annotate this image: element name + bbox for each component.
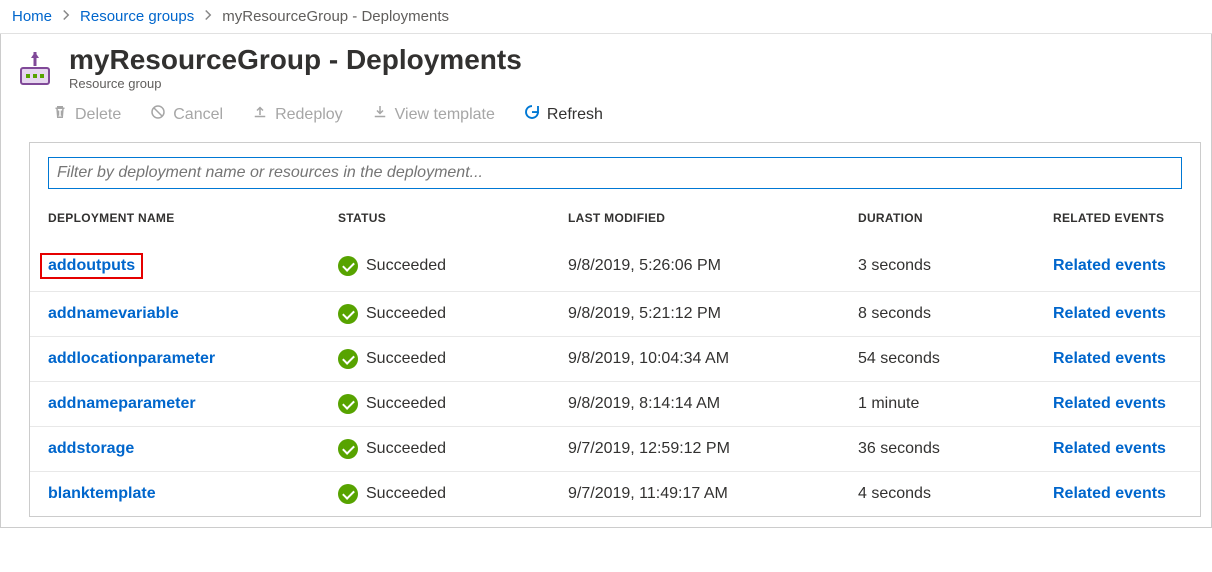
table-row: addoutputs Succeeded 9/8/2019, 5:26:06 PM3… [30, 235, 1200, 292]
last-modified: 9/7/2019, 12:59:12 PM [550, 427, 840, 472]
col-deployment-name[interactable]: Deployment Name [30, 197, 320, 235]
trash-icon [51, 103, 69, 126]
duration: 3 seconds [840, 235, 1035, 292]
refresh-icon [523, 103, 541, 126]
duration: 54 seconds [840, 337, 1035, 382]
chevron-right-icon [202, 9, 214, 24]
delete-button[interactable]: Delete [51, 103, 121, 126]
download-icon [371, 103, 389, 126]
check-circle-icon [338, 304, 358, 324]
table-row: blanktemplate Succeeded 9/7/2019, 11:49:17… [30, 472, 1200, 517]
col-duration[interactable]: Duration [840, 197, 1035, 235]
check-circle-icon [338, 394, 358, 414]
last-modified: 9/8/2019, 10:04:34 AM [550, 337, 840, 382]
last-modified: 9/7/2019, 11:49:17 AM [550, 472, 840, 517]
deployment-link[interactable]: addnamevariable [48, 305, 179, 322]
page-title: myResourceGroup - Deployments [69, 44, 522, 76]
refresh-button[interactable]: Refresh [523, 103, 603, 126]
status-text: Succeeded [366, 257, 446, 275]
cancel-icon [149, 103, 167, 126]
last-modified: 9/8/2019, 5:26:06 PM [550, 235, 840, 292]
related-events-link[interactable]: Related events [1053, 257, 1166, 274]
deployment-link[interactable]: addlocationparameter [48, 350, 215, 367]
filter-input[interactable] [48, 157, 1182, 189]
status-text: Succeeded [366, 305, 446, 323]
check-circle-icon [338, 484, 358, 504]
col-related-events[interactable]: Related Events [1035, 197, 1200, 235]
related-events-link[interactable]: Related events [1053, 305, 1166, 322]
col-status[interactable]: Status [320, 197, 550, 235]
status-text: Succeeded [366, 485, 446, 503]
deployments-table: Deployment Name Status Last Modified Dur… [30, 197, 1200, 516]
resource-group-icon [15, 50, 55, 90]
check-circle-icon [338, 439, 358, 459]
view-template-button[interactable]: View template [371, 103, 495, 126]
breadcrumb: Home Resource groups myResourceGroup - D… [0, 0, 1212, 34]
duration: 8 seconds [840, 292, 1035, 337]
deployment-link[interactable]: blanktemplate [48, 485, 156, 502]
last-modified: 9/8/2019, 5:21:12 PM [550, 292, 840, 337]
chevron-right-icon [60, 9, 72, 24]
status-text: Succeeded [366, 395, 446, 413]
table-row: addstorage Succeeded 9/7/2019, 12:59:12 PM… [30, 427, 1200, 472]
content-panel: Deployment Name Status Last Modified Dur… [29, 142, 1201, 517]
table-row: addlocationparameter Succeeded 9/8/2019, 1… [30, 337, 1200, 382]
breadcrumb-home[interactable]: Home [12, 8, 52, 25]
cancel-button[interactable]: Cancel [149, 103, 223, 126]
duration: 4 seconds [840, 472, 1035, 517]
toolbar: Delete Cancel Redeploy View template Ref… [1, 97, 1211, 142]
deployment-link[interactable]: addoutputs [48, 257, 135, 274]
page-header: myResourceGroup - Deployments Resource g… [1, 34, 1211, 97]
table-row: addnameparameter Succeeded 9/8/2019, 8:14:… [30, 382, 1200, 427]
last-modified: 9/8/2019, 8:14:14 AM [550, 382, 840, 427]
table-row: addnamevariable Succeeded 9/8/2019, 5:21:1… [30, 292, 1200, 337]
check-circle-icon [338, 256, 358, 276]
duration: 36 seconds [840, 427, 1035, 472]
status-text: Succeeded [366, 440, 446, 458]
breadcrumb-current: myResourceGroup - Deployments [222, 8, 449, 25]
related-events-link[interactable]: Related events [1053, 485, 1166, 502]
redeploy-button[interactable]: Redeploy [251, 103, 343, 126]
status-text: Succeeded [366, 350, 446, 368]
upload-icon [251, 103, 269, 126]
deployment-link[interactable]: addstorage [48, 440, 134, 457]
page-subtitle: Resource group [69, 76, 522, 91]
related-events-link[interactable]: Related events [1053, 440, 1166, 457]
breadcrumb-resource-groups[interactable]: Resource groups [80, 8, 194, 25]
related-events-link[interactable]: Related events [1053, 395, 1166, 412]
deployment-link[interactable]: addnameparameter [48, 395, 196, 412]
duration: 1 minute [840, 382, 1035, 427]
table-header-row: Deployment Name Status Last Modified Dur… [30, 197, 1200, 235]
related-events-link[interactable]: Related events [1053, 350, 1166, 367]
col-last-modified[interactable]: Last Modified [550, 197, 840, 235]
check-circle-icon [338, 349, 358, 369]
